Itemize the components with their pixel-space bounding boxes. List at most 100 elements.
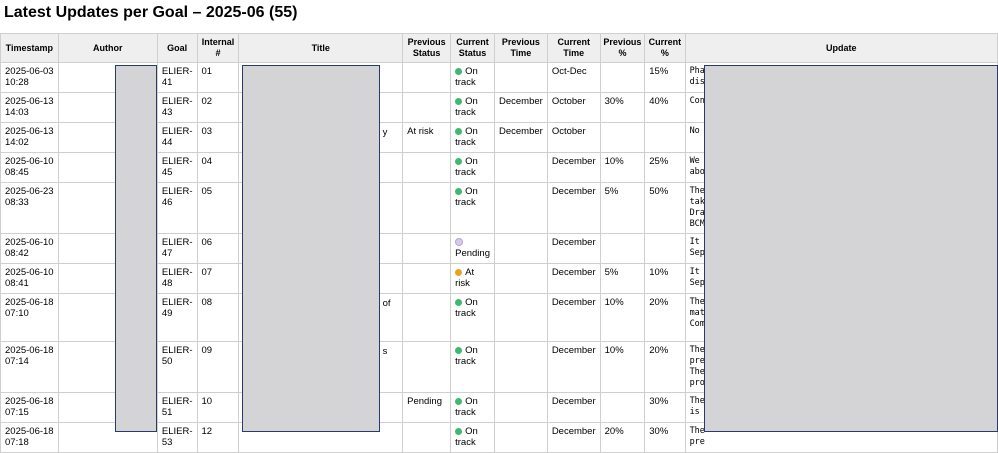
previous-time-cell: [493, 263, 548, 294]
previous-status-cell: [402, 92, 452, 123]
current-time-cell: October: [546, 122, 601, 153]
col-header-previous-time[interactable]: Previous Time: [493, 33, 548, 63]
previous-time-cell: [493, 182, 548, 234]
previous-time-cell: December: [493, 92, 548, 123]
col-header-internal[interactable]: Internal #: [196, 33, 240, 63]
current-pct-cell: [644, 233, 686, 264]
previous-time-cell: December: [493, 122, 548, 153]
current-status-cell: Pending: [450, 233, 495, 264]
internal-number-cell: 07: [196, 263, 240, 294]
internal-number-cell: 04: [196, 152, 240, 183]
timestamp-cell: 2025-06-18 07:10: [0, 293, 59, 342]
current-time-cell: Oct-Dec: [546, 62, 601, 93]
previous-pct-cell: [599, 62, 646, 93]
current-pct-cell: 10%: [644, 263, 686, 294]
status-dot-icon: [455, 68, 463, 75]
status-dot-icon: [455, 238, 464, 246]
goal-cell: ELIER-47: [156, 233, 198, 264]
current-status-cell: On track: [450, 392, 495, 423]
previous-time-cell: [493, 152, 548, 183]
previous-pct-cell: [599, 233, 646, 264]
header-row: Timestamp Author Goal Internal # Title P…: [0, 33, 998, 63]
goal-cell: ELIER-48: [156, 263, 198, 294]
col-header-goal[interactable]: Goal: [156, 33, 198, 63]
current-pct-cell: 20%: [644, 293, 686, 342]
col-header-current-status[interactable]: Current Status: [450, 33, 495, 63]
internal-number-cell: 06: [196, 233, 240, 264]
title-redaction: [241, 64, 380, 432]
previous-pct-cell: 10%: [599, 152, 646, 183]
previous-status-cell: [402, 422, 452, 453]
page-title: Latest Updates per Goal – 2025-06 (55): [4, 4, 298, 21]
update-redaction: [704, 64, 998, 432]
col-header-current-pct[interactable]: Current %: [644, 33, 686, 63]
title-fragment: of: [382, 297, 391, 309]
col-header-title[interactable]: Title: [238, 33, 404, 63]
timestamp-cell: 2025-06-18 07:14: [0, 341, 59, 393]
previous-time-cell: [493, 62, 548, 93]
previous-pct-cell: 30%: [599, 92, 646, 123]
previous-pct-cell: 5%: [599, 263, 646, 294]
current-status-cell: On track: [450, 293, 495, 342]
current-status-cell: On track: [450, 422, 495, 453]
status-dot-icon: [455, 269, 463, 276]
internal-number-cell: 08: [196, 293, 240, 342]
col-header-update[interactable]: Update: [684, 33, 998, 63]
current-status-cell: On track: [450, 62, 495, 93]
previous-time-cell: [493, 233, 548, 264]
timestamp-cell: 2025-06-10 08:41: [0, 263, 59, 294]
timestamp-cell: 2025-06-18 07:15: [0, 392, 59, 423]
author-redaction: [115, 64, 158, 432]
col-header-author[interactable]: Author: [57, 33, 158, 63]
timestamp-cell: 2025-06-10 08:45: [0, 152, 59, 183]
current-pct-cell: 30%: [644, 392, 686, 423]
previous-status-cell: Pending: [402, 392, 452, 423]
current-time-cell: December: [546, 233, 601, 264]
previous-time-cell: [493, 422, 548, 453]
col-header-previous-pct[interactable]: Previous %: [599, 33, 646, 63]
current-status-cell: On track: [450, 341, 495, 393]
current-pct-cell: 30%: [644, 422, 686, 453]
current-status-cell: On track: [450, 92, 495, 123]
current-pct-cell: [644, 122, 686, 153]
previous-pct-cell: 10%: [599, 293, 646, 342]
current-time-cell: December: [546, 152, 601, 183]
previous-time-cell: [493, 392, 548, 423]
previous-pct-cell: [599, 122, 646, 153]
previous-pct-cell: 20%: [599, 422, 646, 453]
timestamp-cell: 2025-06-18 07:18: [0, 422, 59, 453]
col-header-current-time[interactable]: Current Time: [546, 33, 601, 63]
goal-cell: ELIER-43: [156, 92, 198, 123]
title-fragment: y: [382, 126, 388, 138]
status-dot-icon: [455, 98, 463, 105]
status-dot-icon: [455, 347, 463, 354]
internal-number-cell: 10: [196, 392, 240, 423]
internal-number-cell: 05: [196, 182, 240, 234]
internal-number-cell: 12: [196, 422, 240, 453]
goal-cell: ELIER-53: [156, 422, 198, 453]
current-status-cell: On track: [450, 122, 495, 153]
goal-cell: ELIER-49: [156, 293, 198, 342]
timestamp-cell: 2025-06-13 14:03: [0, 92, 59, 123]
previous-status-cell: [402, 62, 452, 93]
col-header-timestamp[interactable]: Timestamp: [0, 33, 59, 63]
col-header-previous-status[interactable]: Previous Status: [402, 33, 452, 63]
status-dot-icon: [455, 398, 463, 405]
internal-number-cell: 09: [196, 341, 240, 393]
previous-pct-cell: 10%: [599, 341, 646, 393]
current-pct-cell: 25%: [644, 152, 686, 183]
timestamp-cell: 2025-06-10 08:42: [0, 233, 59, 264]
previous-status-cell: [402, 182, 452, 234]
title-fragment: s: [382, 345, 388, 357]
status-dot-icon: [455, 299, 463, 306]
internal-number-cell: 03: [196, 122, 240, 153]
current-time-cell: December: [546, 182, 601, 234]
current-status-cell: At risk: [450, 263, 495, 294]
goal-cell: ELIER-46: [156, 182, 198, 234]
status-dot-icon: [455, 188, 463, 195]
internal-number-cell: 02: [196, 92, 240, 123]
previous-time-cell: [493, 341, 548, 393]
status-dot-icon: [455, 158, 463, 165]
goal-cell: ELIER-44: [156, 122, 198, 153]
goal-cell: ELIER-50: [156, 341, 198, 393]
